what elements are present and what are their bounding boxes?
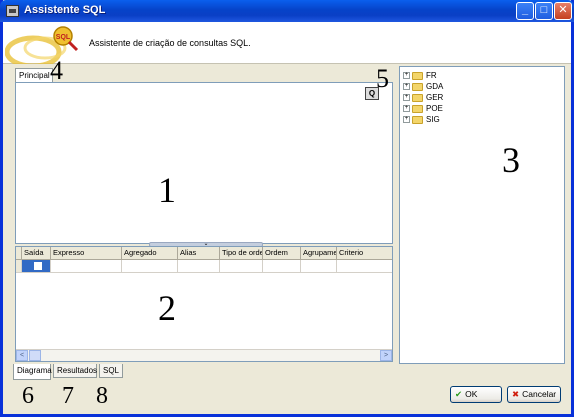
cell-agregado[interactable] (122, 260, 178, 272)
tab-sql[interactable]: SQL (99, 364, 123, 378)
minimize-button[interactable]: _ (516, 2, 534, 20)
annotation-8: 8 (96, 383, 108, 409)
annotation-4: 4 (50, 56, 63, 85)
cell-ordem[interactable] (263, 260, 301, 272)
tree-item-fr[interactable]: + FR (403, 70, 437, 81)
annotation-5: 5 (376, 64, 389, 93)
folder-icon (412, 115, 423, 124)
col-ordem[interactable]: Ordem (263, 247, 301, 259)
cancel-label: Cancelar (522, 389, 557, 399)
cell-saida[interactable] (22, 260, 51, 272)
expand-icon[interactable]: + (403, 83, 410, 91)
folder-icon (412, 104, 423, 113)
scroll-right-button[interactable]: > (380, 350, 392, 361)
tree-item-label: POE (426, 104, 443, 113)
ok-button[interactable]: ✔ OK (450, 386, 502, 403)
cell-agrupamento[interactable] (301, 260, 337, 272)
col-expresso[interactable]: Expresso (51, 247, 122, 259)
annotation-2: 2 (158, 288, 176, 328)
query-grid[interactable]: Saída Expresso Agregado Alias Tipo de or… (15, 246, 393, 362)
maximize-button[interactable]: □ (535, 2, 553, 20)
schema-tree[interactable]: + FR + GDA + GER + POE + SIG (399, 66, 565, 364)
col-criterio[interactable]: Criterio (337, 247, 392, 259)
cancel-button[interactable]: ✖ Cancelar (507, 386, 561, 403)
annotation-6: 6 (22, 383, 34, 409)
header-banner: SQL Assistente de criação de consultas S… (3, 22, 571, 64)
diagram-area[interactable]: Q ⌄ (15, 82, 393, 247)
grid-header: Saída Expresso Agregado Alias Tipo de or… (16, 247, 392, 260)
app-icon (6, 5, 19, 17)
cell-criterio[interactable] (337, 260, 392, 272)
folder-icon (412, 82, 423, 91)
table-row[interactable] (16, 260, 392, 273)
tree-item-label: GDA (426, 82, 444, 91)
expand-icon[interactable]: + (403, 116, 410, 124)
tree-item-label: SIG (426, 115, 440, 124)
check-icon: ✔ (455, 389, 463, 399)
annotation-7: 7 (62, 383, 74, 409)
annotation-3: 3 (502, 140, 520, 180)
folder-icon (412, 71, 423, 80)
expand-icon[interactable]: + (403, 72, 410, 80)
tree-item-poe[interactable]: + POE (403, 103, 443, 114)
tree-item-ger[interactable]: + GER (403, 92, 443, 103)
saida-checkbox[interactable] (34, 262, 42, 270)
col-tipo-de-ordem[interactable]: Tipo de orde (220, 247, 263, 259)
window-title: Assistente SQL (24, 4, 106, 16)
cell-expresso[interactable] (51, 260, 122, 272)
logo-text: SQL (56, 34, 71, 41)
expand-icon[interactable]: + (403, 94, 410, 102)
annotation-1: 1 (158, 170, 176, 210)
cell-alias[interactable] (178, 260, 220, 272)
title-bar[interactable]: Assistente SQL _ □ ✕ (0, 0, 574, 22)
col-agregado[interactable]: Agregado (122, 247, 178, 259)
banner-text: Assistente de criação de consultas SQL. (89, 38, 251, 48)
tree-item-gda[interactable]: + GDA (403, 81, 443, 92)
scroll-left-button[interactable]: < (16, 350, 28, 361)
assistant-window: Assistente SQL _ □ ✕ SQL Assistente de c… (0, 0, 574, 417)
scroll-thumb[interactable] (29, 350, 41, 361)
close-button[interactable]: ✕ (554, 2, 572, 20)
cell-tipo-de-ordem[interactable] (220, 260, 263, 272)
expand-icon[interactable]: + (403, 105, 410, 113)
cancel-icon: ✖ (512, 389, 520, 399)
tree-item-sig[interactable]: + SIG (403, 114, 440, 125)
col-agrupamento[interactable]: Agrupame (301, 247, 337, 259)
tab-resultados[interactable]: Resultados (53, 364, 97, 378)
tree-item-label: FR (426, 71, 437, 80)
tab-principal[interactable]: Principal (15, 68, 53, 82)
horizontal-scrollbar[interactable]: < > (16, 349, 392, 361)
ok-label: OK (465, 389, 478, 399)
col-alias[interactable]: Alias (178, 247, 220, 259)
col-saida[interactable]: Saída (22, 247, 51, 259)
tree-item-label: GER (426, 93, 444, 102)
tab-diagrama[interactable]: Diagrama (13, 364, 52, 380)
sql-logo-icon: SQL (5, 26, 79, 64)
folder-icon (412, 93, 423, 102)
